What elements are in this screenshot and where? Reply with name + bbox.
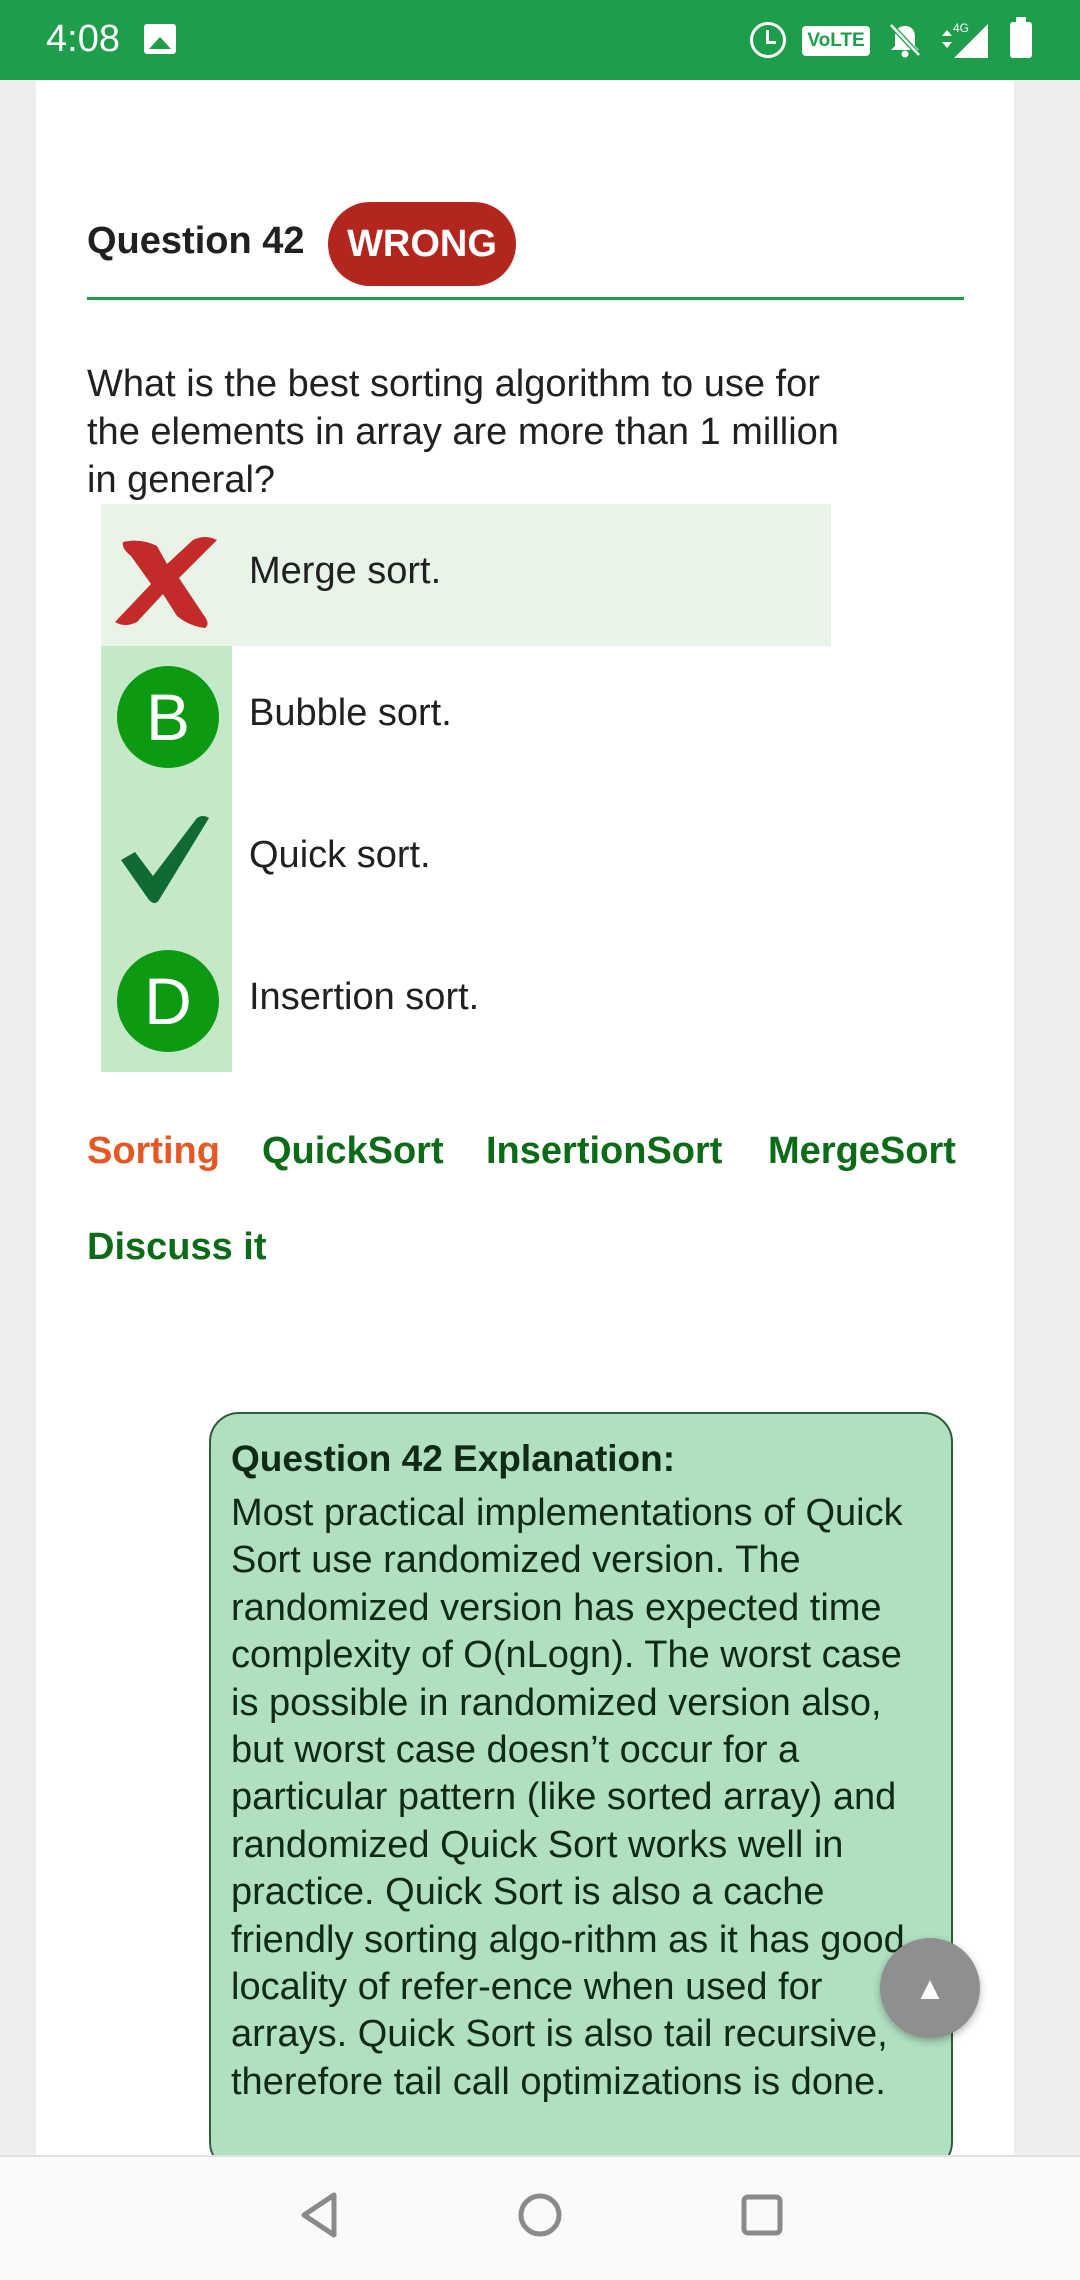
image-notification-icon <box>144 24 176 54</box>
option-label: Bubble sort. <box>249 692 452 734</box>
option-marker <box>101 504 232 646</box>
status-time: 4:08 <box>46 18 120 60</box>
home-icon[interactable] <box>510 2185 570 2245</box>
option-a[interactable]: Merge sort. <box>101 504 831 646</box>
explanation-body: Most practical implementations of Quick … <box>231 1492 905 2103</box>
wrong-x-icon <box>115 537 217 628</box>
scroll-to-top-button[interactable]: ▲ <box>880 1938 980 2038</box>
question-text: What is the best sorting algorithm to us… <box>87 363 839 501</box>
volte-icon: VoLTE <box>802 26 870 56</box>
option-letter-d: D <box>117 950 219 1052</box>
option-marker: B <box>101 646 232 788</box>
battery-icon <box>1010 17 1032 58</box>
tag-sorting[interactable]: Sorting <box>87 1130 220 1173</box>
option-c[interactable]: Quick sort. <box>101 788 831 930</box>
signal-4g-icon: 4G <box>942 21 988 58</box>
tag-insertionsort[interactable]: InsertionSort <box>486 1130 722 1173</box>
alarm-icon <box>750 22 786 58</box>
signal-label: 4G <box>953 21 969 35</box>
explanation-box: Question 42 Explanation: Most practical … <box>209 1412 953 2172</box>
explanation-title: Question 42 Explanation: <box>231 1438 676 1479</box>
option-label: Quick sort. <box>249 834 431 876</box>
topic-tags: Sorting QuickSort InsertionSort MergeSor… <box>87 1130 987 1190</box>
option-marker <box>101 788 232 930</box>
question-header: Question 42 WRONG <box>87 200 964 300</box>
navigation-bar <box>0 2155 1080 2280</box>
recents-icon[interactable] <box>732 2185 792 2245</box>
option-b[interactable]: B Bubble sort. <box>101 646 831 788</box>
option-label: Insertion sort. <box>249 976 480 1018</box>
result-badge: WRONG <box>328 202 516 286</box>
option-letter-b: B <box>117 666 219 768</box>
tag-mergesort[interactable]: MergeSort <box>768 1130 956 1173</box>
status-bar: 4:08 VoLTE 4G <box>0 0 1080 80</box>
option-label: Merge sort. <box>249 550 442 592</box>
question-title: Question 42 <box>87 220 305 262</box>
option-d[interactable]: D Insertion sort. <box>101 930 831 1072</box>
notifications-off-icon <box>889 23 921 58</box>
back-icon[interactable] <box>292 2185 352 2245</box>
tag-quicksort[interactable]: QuickSort <box>262 1130 444 1173</box>
checkmark-icon <box>121 816 209 903</box>
option-marker: D <box>101 930 232 1072</box>
discuss-link[interactable]: Discuss it <box>87 1226 267 1269</box>
